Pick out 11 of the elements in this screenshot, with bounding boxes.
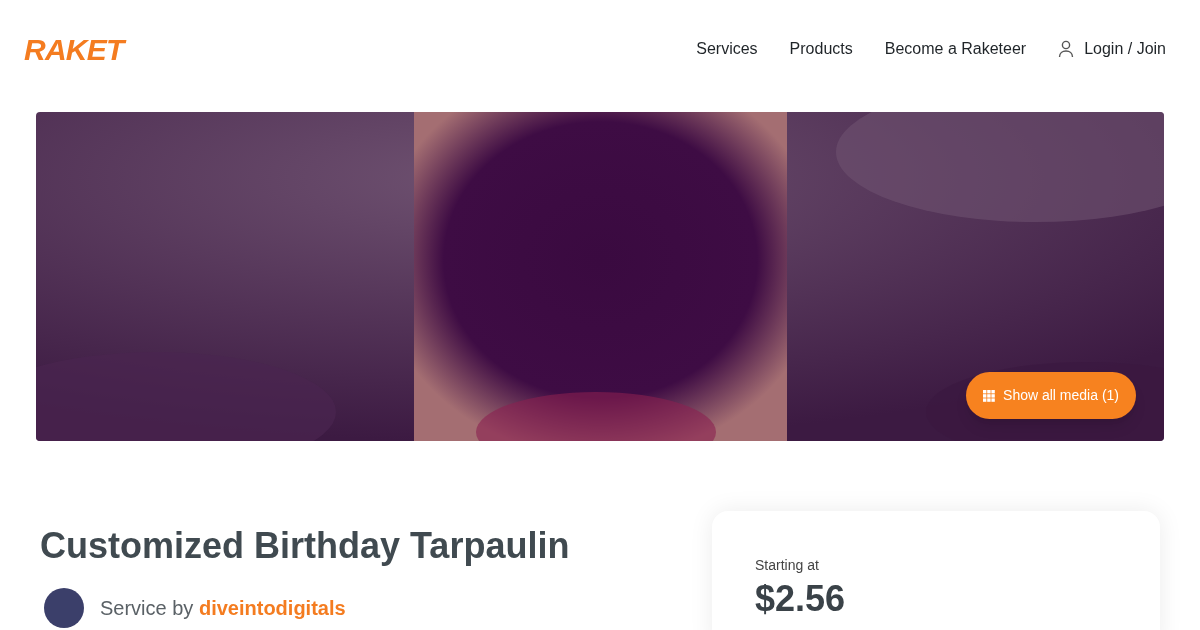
user-icon (1058, 40, 1075, 58)
nav-link[interactable]: Products (789, 37, 853, 61)
nav-link[interactable]: Become a Raketeer (884, 37, 1027, 61)
price: $2.56 (755, 577, 847, 621)
nav-link[interactable]: Login / Join (1058, 37, 1166, 61)
grid-icon (983, 389, 996, 402)
service-title: Customized Birthday Tarpaulin (40, 524, 570, 568)
nav-link[interactable]: Services (696, 37, 758, 61)
avatar (44, 588, 84, 628)
seller-line: Service by diveintodigitals (100, 597, 346, 619)
price-label: Starting at (755, 556, 820, 575)
